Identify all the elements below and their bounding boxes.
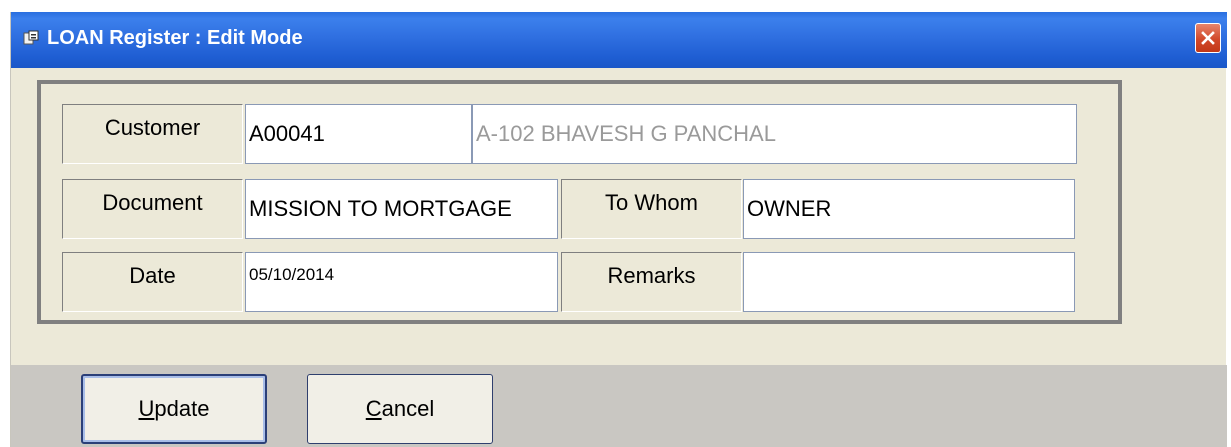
cancel-hotkey: C [365, 396, 382, 421]
document-label: Document [62, 179, 243, 239]
remarks-label: Remarks [561, 252, 742, 312]
to-whom-field[interactable]: OWNER [743, 179, 1075, 239]
close-icon [1201, 31, 1215, 45]
remarks-field[interactable] [743, 252, 1075, 312]
cancel-button[interactable]: Cancel [307, 374, 493, 444]
customer-name-field[interactable]: A-102 BHAVESH G PANCHAL [472, 104, 1077, 164]
loan-details-group: Customer A00041 A-102 BHAVESH G PANCHAL … [37, 80, 1122, 324]
close-button[interactable] [1195, 23, 1221, 53]
customer-code-field[interactable]: A00041 [245, 104, 472, 164]
title-bar[interactable]: LOAN Register : Edit Mode [11, 12, 1227, 68]
date-label: Date [62, 252, 243, 312]
document-field[interactable]: MISSION TO MORTGAGE [245, 179, 558, 239]
cancel-label: ancel [381, 396, 435, 421]
date-field[interactable]: 05/10/2014 [245, 252, 558, 312]
update-hotkey: U [138, 396, 155, 421]
update-button[interactable]: Update [81, 374, 267, 444]
update-label: pdate [154, 396, 210, 421]
window-title: LOAN Register : Edit Mode [47, 27, 303, 49]
app-icon [23, 30, 39, 45]
loan-register-window: LOAN Register : Edit Mode Customer A0004… [10, 12, 1227, 447]
to-whom-label: To Whom [561, 179, 742, 239]
customer-label: Customer [62, 104, 243, 164]
